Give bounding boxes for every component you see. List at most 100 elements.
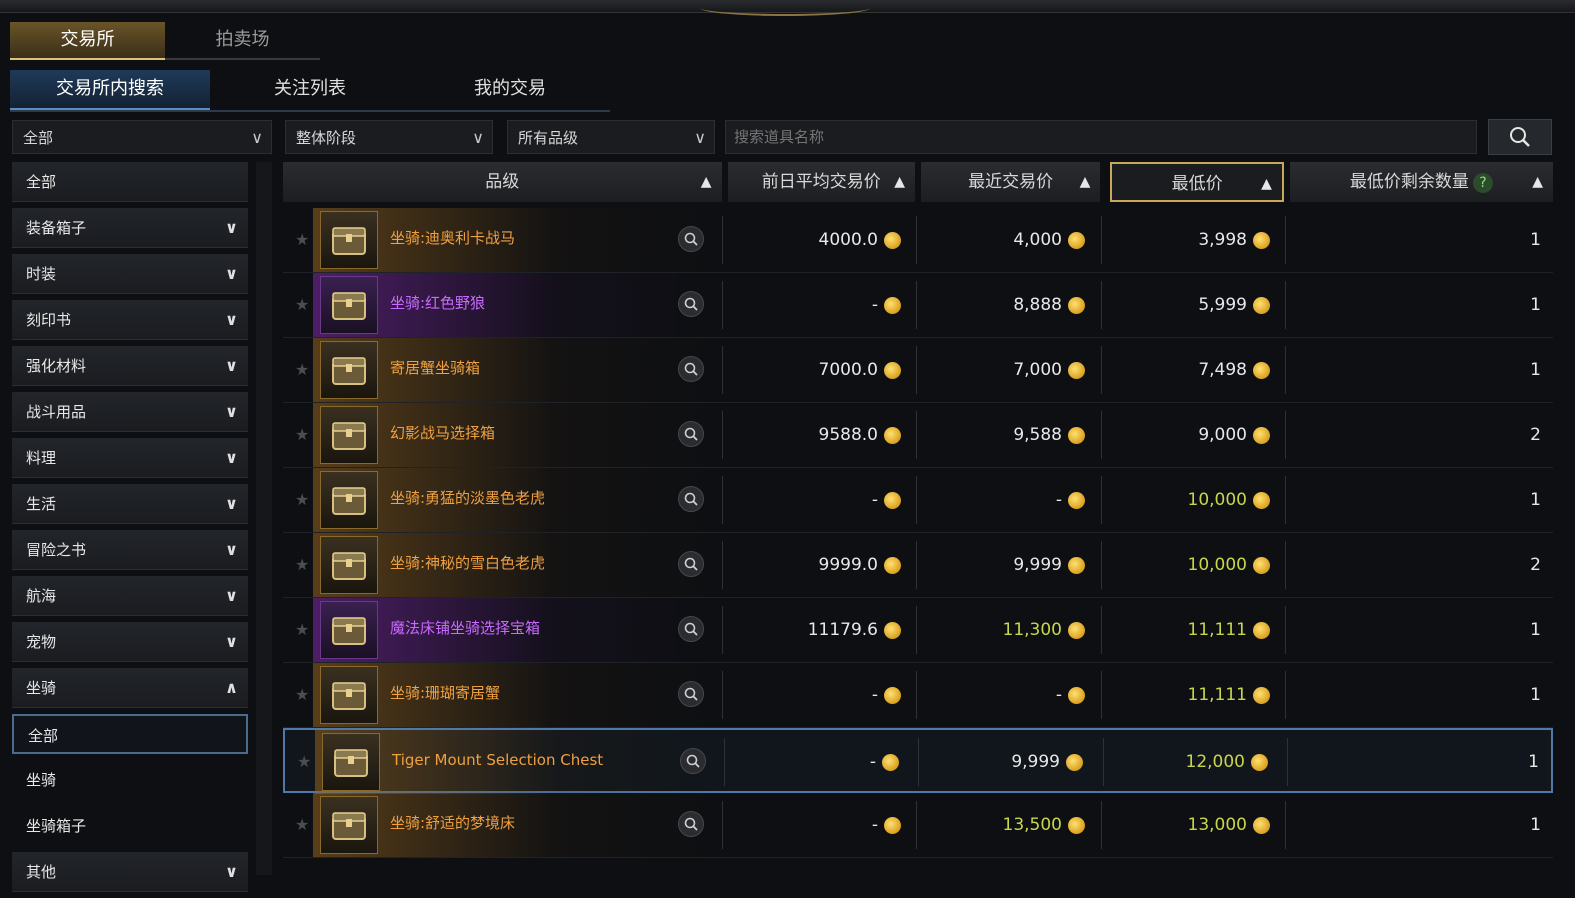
magnify-icon[interactable] (678, 291, 704, 317)
gold-coin-icon (1068, 491, 1085, 509)
tab-exchange[interactable]: 交易所 (10, 22, 165, 60)
sidebar-item-mounts[interactable]: 坐骑 ∧ (12, 668, 248, 708)
favorite-star-icon[interactable]: ★ (295, 815, 309, 834)
table-row[interactable]: ★ 坐骑:迪奥利卡战马 4000.0 4,000 3,998 1 (283, 208, 1553, 273)
lowest-qty: 1 (1528, 752, 1539, 772)
gold-coin-icon (884, 426, 901, 444)
magnify-icon[interactable] (678, 681, 704, 707)
tab-exchange-search[interactable]: 交易所内搜索 (10, 70, 210, 110)
tab-my-trades[interactable]: 我的交易 (410, 70, 610, 108)
favorite-star-icon[interactable]: ★ (295, 425, 309, 444)
avg-price-value: - (871, 295, 878, 315)
sidebar-subitem-mount[interactable]: 坐骑 (12, 760, 248, 800)
item-name[interactable]: 坐骑:舒适的梦境床 (390, 793, 515, 853)
sidebar-subitem-mount-chest[interactable]: 坐骑箱子 (12, 806, 248, 846)
help-icon[interactable]: ? (1472, 173, 1493, 193)
magnify-icon[interactable] (678, 811, 704, 837)
table-row[interactable]: ★ 幻影战马选择箱 9588.0 9,588 9,000 2 (283, 403, 1553, 468)
sidebar-item-adventure-book[interactable]: 冒险之书 ∨ (12, 530, 248, 570)
favorite-star-icon[interactable]: ★ (295, 620, 309, 639)
column-divider (916, 346, 917, 394)
sidebar-item-upgrade-material[interactable]: 强化材料 ∨ (12, 346, 248, 386)
item-icon (320, 341, 378, 399)
tab-watchlist[interactable]: 关注列表 (210, 70, 410, 108)
table-row[interactable]: ★ 坐骑:红色野狼 - 8,888 5,999 1 (283, 273, 1553, 338)
sidebar-item-all[interactable]: 全部 (12, 162, 248, 202)
magnify-icon[interactable] (680, 748, 706, 774)
lowest-qty: 1 (1530, 360, 1541, 380)
header-lowest-price[interactable]: 最低价 ▲ (1110, 162, 1284, 202)
favorite-star-icon[interactable]: ★ (295, 360, 309, 379)
favorite-star-icon[interactable]: ★ (295, 555, 309, 574)
item-name[interactable]: 坐骑:迪奥利卡战马 (390, 208, 515, 268)
item-thumbnail-icon (332, 487, 366, 515)
chevron-down-icon: ∨ (472, 128, 484, 147)
item-name[interactable]: 坐骑:珊瑚寄居蟹 (390, 663, 500, 723)
item-name[interactable]: 幻影战马选择箱 (390, 403, 495, 463)
header-grade[interactable]: 品级 ▲ (283, 162, 722, 202)
sidebar-scrollbar[interactable] (256, 162, 272, 875)
favorite-star-icon[interactable]: ★ (295, 295, 309, 314)
table-row[interactable]: ★ 寄居蟹坐骑箱 7000.0 7,000 7,498 1 (283, 338, 1553, 403)
table-row[interactable]: ★ 魔法床铺坐骑选择宝箱 11179.6 11,300 11,111 1 (283, 598, 1553, 663)
sidebar-item-label: 料理 (26, 449, 57, 467)
chevron-down-icon: ∨ (225, 862, 238, 881)
table-row[interactable]: ★ 坐骑:舒适的梦境床 - 13,500 13,000 1 (283, 793, 1553, 858)
sidebar-item-costume[interactable]: 时装 ∨ (12, 254, 248, 294)
table-row[interactable]: ★ 坐骑:珊瑚寄居蟹 - - 11,111 1 (283, 663, 1553, 728)
item-name[interactable]: Tiger Mount Selection Chest (392, 730, 603, 790)
magnify-icon[interactable] (678, 421, 704, 447)
recent-price: 13,500 (1003, 793, 1085, 857)
column-divider (722, 606, 723, 654)
sidebar-item-other[interactable]: 其他 ∨ (12, 852, 248, 892)
item-name[interactable]: 魔法床铺坐骑选择宝箱 (390, 598, 540, 658)
magnify-icon[interactable] (678, 226, 704, 252)
header-avg-price[interactable]: 前日平均交易价 ▲ (727, 162, 915, 202)
sidebar-item-battle-items[interactable]: 战斗用品 ∨ (12, 392, 248, 432)
lowest-price-value: 7,498 (1198, 360, 1247, 380)
sidebar-item-pets[interactable]: 宠物 ∨ (12, 622, 248, 662)
sidebar-item-label: 坐骑箱子 (26, 817, 87, 835)
stage-dropdown[interactable]: 整体阶段 ∨ (285, 120, 493, 154)
favorite-star-icon[interactable]: ★ (295, 490, 309, 509)
item-name[interactable]: 坐骑:红色野狼 (390, 273, 485, 333)
favorite-star-icon[interactable]: ★ (295, 230, 309, 249)
search-button[interactable] (1488, 119, 1552, 155)
lowest-price: 12,000 (1186, 730, 1268, 794)
item-name[interactable]: 坐骑:神秘的雪白色老虎 (390, 533, 545, 593)
sidebar-item-cooking[interactable]: 料理 ∨ (12, 438, 248, 478)
tab-auction[interactable]: 拍卖场 (165, 22, 320, 60)
sidebar-item-life[interactable]: 生活 ∨ (12, 484, 248, 524)
lowest-price-value: 13,000 (1187, 815, 1247, 835)
category-dropdown[interactable]: 全部 ∨ (12, 120, 272, 154)
favorite-star-icon[interactable]: ★ (297, 752, 311, 771)
recent-price: - (1056, 468, 1085, 532)
gold-coin-icon (1253, 361, 1270, 379)
sidebar-item-label: 生活 (26, 495, 57, 513)
sidebar-item-sailing[interactable]: 航海 ∨ (12, 576, 248, 616)
column-divider (722, 281, 723, 329)
sidebar-item-engraving[interactable]: 刻印书 ∨ (12, 300, 248, 340)
sidebar-subitem-all[interactable]: 全部 (12, 714, 248, 754)
header-lowest-qty[interactable]: 最低价剩余数量? ▲ (1289, 162, 1553, 202)
magnify-icon[interactable] (678, 486, 704, 512)
favorite-star-icon[interactable]: ★ (295, 685, 309, 704)
window-top-bar (0, 0, 1575, 16)
item-icon (320, 796, 378, 854)
search-input[interactable] (725, 120, 1477, 154)
magnify-icon[interactable] (678, 616, 704, 642)
table-row[interactable]: ★ 坐骑:勇猛的淡墨色老虎 - - 10,000 1 (283, 468, 1553, 533)
column-divider (916, 671, 917, 719)
item-name[interactable]: 寄居蟹坐骑箱 (390, 338, 480, 398)
header-recent-price[interactable]: 最近交易价 ▲ (920, 162, 1101, 202)
table-row[interactable]: ★ Tiger Mount Selection Chest - 9,999 12,000… (283, 728, 1553, 794)
item-name[interactable]: 坐骑:勇猛的淡墨色老虎 (390, 468, 545, 528)
magnify-icon[interactable] (678, 356, 704, 382)
sidebar-item-equipment-chest[interactable]: 装备箱子 ∨ (12, 208, 248, 248)
avg-price: 9588.0 (819, 403, 901, 467)
grade-dropdown[interactable]: 所有品级 ∨ (507, 120, 715, 154)
table-row[interactable]: ★ 坐骑:神秘的雪白色老虎 9999.0 9,999 10,000 2 (283, 533, 1553, 598)
sort-up-icon: ▲ (1079, 174, 1091, 190)
magnify-icon[interactable] (678, 551, 704, 577)
sidebar-item-label: 其他 (26, 863, 57, 881)
